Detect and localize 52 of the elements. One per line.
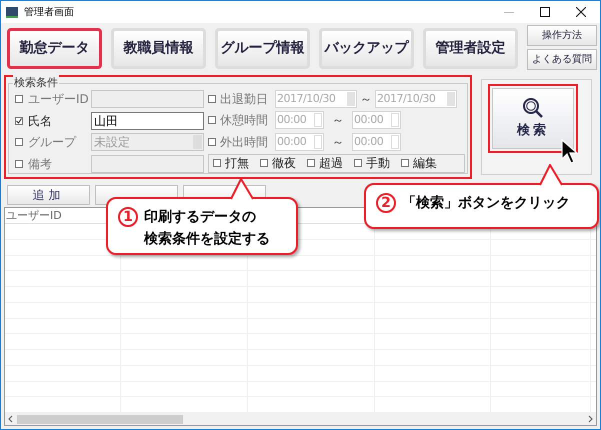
checkbox[interactable] [307,159,315,168]
help-button[interactable]: 操作方法 [527,25,597,46]
checkbox[interactable] [208,116,216,124]
window-title: 管理者画面 [24,6,74,20]
close-icon[interactable] [576,7,586,17]
checkbox-label: 超過 [319,155,343,172]
nav-tab[interactable]: 勤怠データ [7,28,102,69]
range-separator: ～ [332,112,344,130]
input-field[interactable]: 山田 [91,112,204,130]
callout-text: 検索条件を設定する [144,230,270,249]
nav-tab[interactable]: グループ情報 [215,28,310,69]
checkbox-label: 手動 [366,155,390,172]
field-label: 休憩時間 [220,112,269,130]
checkbox-label: 打無 [225,155,249,172]
checkbox[interactable] [15,138,23,146]
field-label: 出退勤日 [220,91,269,108]
checkbox-label: 編集 [413,155,437,172]
callout-text: 「検索」ボタンをクリック [402,194,570,213]
input-field[interactable] [91,90,204,108]
search-icon [522,96,544,119]
input-field[interactable] [91,154,204,173]
action-button[interactable]: 追加 [7,185,90,205]
checkbox[interactable] [15,160,23,168]
field-label: 氏名 [28,112,53,130]
step-number: 2 [376,193,396,213]
checkbox[interactable] [15,116,23,125]
checkbox[interactable] [208,138,216,146]
search-button[interactable]: 検索 [492,88,574,149]
range-separator: ～ [332,134,344,151]
step-number: 1 [118,207,138,227]
checkbox[interactable] [260,159,268,168]
checkbox[interactable] [354,159,362,168]
range-separator: ～ [360,91,372,108]
checkbox[interactable] [15,95,23,104]
nav-tab[interactable]: 教職員情報 [111,28,206,69]
field-label: 外出時間 [220,134,269,151]
checkbox-label: 徹夜 [272,155,296,172]
callout-text: 印刷するデータの [144,208,257,227]
horizontal-scrollbar[interactable] [5,413,596,425]
field-label: グループ [28,134,78,152]
checkbox[interactable] [208,95,216,104]
help-button[interactable]: よくある質問 [527,49,597,70]
checkbox[interactable] [213,159,221,168]
field-label: 備考 [28,156,53,173]
field-label: ユーザーID [28,91,90,108]
mouse-cursor-icon [561,139,579,165]
nav-tab[interactable]: 管理者設定 [423,28,518,69]
app-icon [6,6,18,18]
nav-tab[interactable]: バックアップ [319,28,414,69]
maximize-icon[interactable] [540,7,550,17]
checkbox[interactable] [401,159,409,168]
scrollbar-thumb[interactable] [17,414,183,424]
